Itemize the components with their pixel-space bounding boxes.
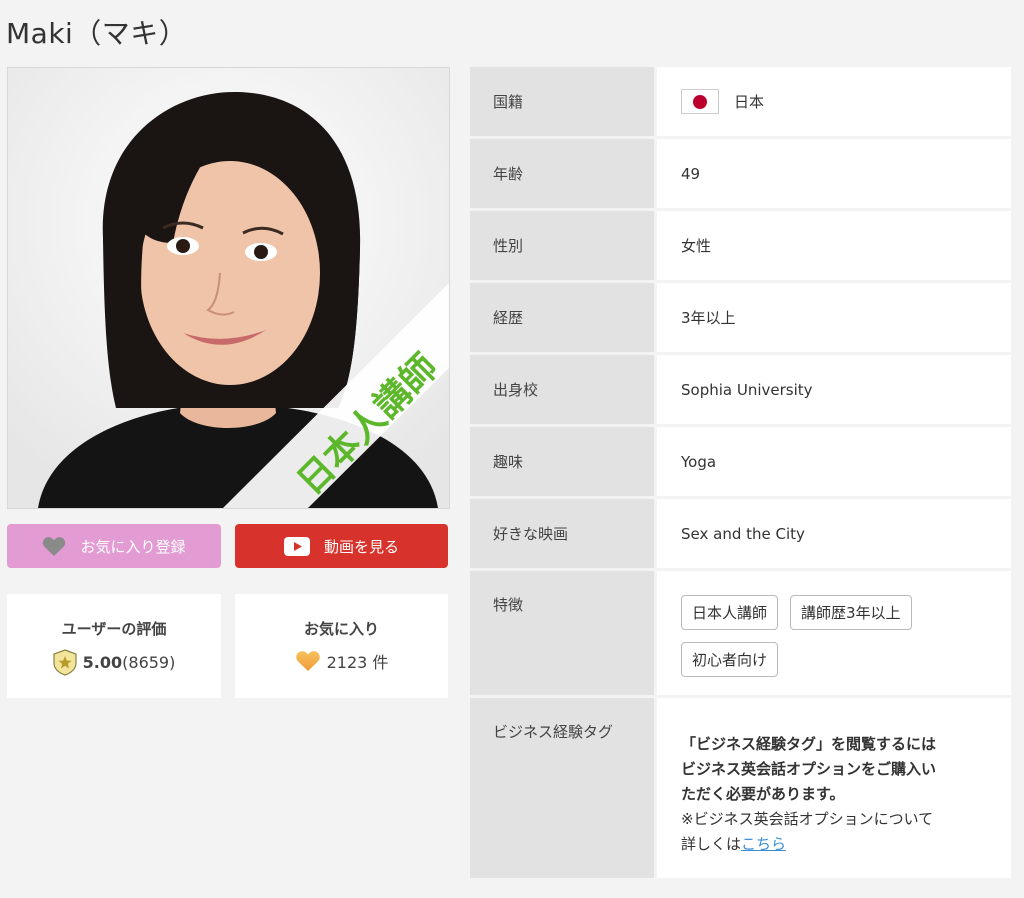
heart-icon	[42, 536, 66, 557]
user-rating-panel: ユーザーの評価 5.00 (8659)	[7, 594, 221, 698]
gender-label: 性別	[470, 211, 654, 280]
feature-tag: 初心者向け	[681, 642, 779, 677]
experience-value: 3年以上	[657, 283, 1011, 352]
experience-label: 経歴	[470, 283, 654, 352]
age-value: 49	[657, 139, 1011, 208]
business-label: ビジネス経験タグ	[470, 698, 654, 878]
hobby-value: Yoga	[657, 427, 1011, 496]
profile-row-age: 年齢 49	[470, 139, 1011, 208]
age-label: 年齢	[470, 139, 654, 208]
profile-row-school: 出身校 Sophia University	[470, 355, 1011, 424]
rating-value: 5.00	[82, 653, 123, 672]
profile-row-hobby: 趣味 Yoga	[470, 427, 1011, 496]
watch-video-button[interactable]: 動画を見る	[235, 524, 448, 568]
add-favorite-label: お気に入り登録	[80, 537, 186, 556]
japan-flag-icon	[681, 89, 719, 114]
feature-tags: 日本人講師 講師歴3年以上 初心者向け	[681, 571, 971, 689]
favorites-label: お気に入り	[303, 620, 379, 638]
profile-row-features: 特徴 日本人講師 講師歴3年以上 初心者向け	[470, 571, 1011, 695]
nationality-label: 国籍	[470, 67, 654, 136]
teacher-photo: 日本人講師	[7, 67, 450, 509]
business-option-link[interactable]: こちら	[741, 835, 786, 853]
heart-icon	[295, 650, 321, 672]
hobby-label: 趣味	[470, 427, 654, 496]
features-label: 特徴	[470, 571, 654, 695]
rating-count: (8659)	[122, 653, 176, 672]
favorites-panel: お気に入り 2123 件	[235, 594, 448, 698]
rating-label: ユーザーの評価	[61, 620, 167, 638]
page-title: Maki（マキ）	[6, 17, 188, 50]
profile-row-nationality: 国籍 日本	[470, 67, 1011, 136]
feature-tag: 講師歴3年以上	[790, 595, 912, 630]
favorites-value: 2123 件	[326, 653, 389, 672]
feature-tag: 日本人講師	[681, 595, 779, 630]
nationality-value: 日本	[734, 93, 765, 111]
profile-row-business: ビジネス経験タグ 「ビジネス経験タグ」を閲覧するには ビジネス英会話オプションを…	[470, 698, 1011, 878]
star-badge-icon	[53, 649, 77, 676]
school-label: 出身校	[470, 355, 654, 424]
movie-label: 好きな映画	[470, 499, 654, 568]
gender-value: 女性	[657, 211, 1011, 280]
business-notice: 「ビジネス経験タグ」を閲覧するには ビジネス英会話オプションをご購入い ただく必…	[681, 698, 981, 857]
business-info-prefix: 詳しくは	[681, 835, 742, 853]
business-info-line: ※ビジネス英会話オプションについて	[681, 810, 934, 828]
add-favorite-button[interactable]: お気に入り登録	[7, 524, 221, 568]
business-notice-line: ただく必要があります。	[681, 785, 845, 803]
profile-table: 国籍 日本 年齢 49 性別 女性 経歴 3年以上 出身校 Sophia Uni…	[470, 67, 1011, 881]
profile-row-gender: 性別 女性	[470, 211, 1011, 280]
play-icon	[283, 536, 310, 556]
profile-row-movie: 好きな映画 Sex and the City	[470, 499, 1011, 568]
watch-video-label: 動画を見る	[323, 537, 399, 556]
business-notice-line: ビジネス英会話オプションをご購入い	[681, 760, 937, 778]
school-value: Sophia University	[657, 355, 1011, 424]
profile-row-experience: 経歴 3年以上	[470, 283, 1011, 352]
movie-value: Sex and the City	[657, 499, 1011, 568]
business-notice-line: 「ビジネス経験タグ」を閲覧するには	[681, 735, 937, 753]
